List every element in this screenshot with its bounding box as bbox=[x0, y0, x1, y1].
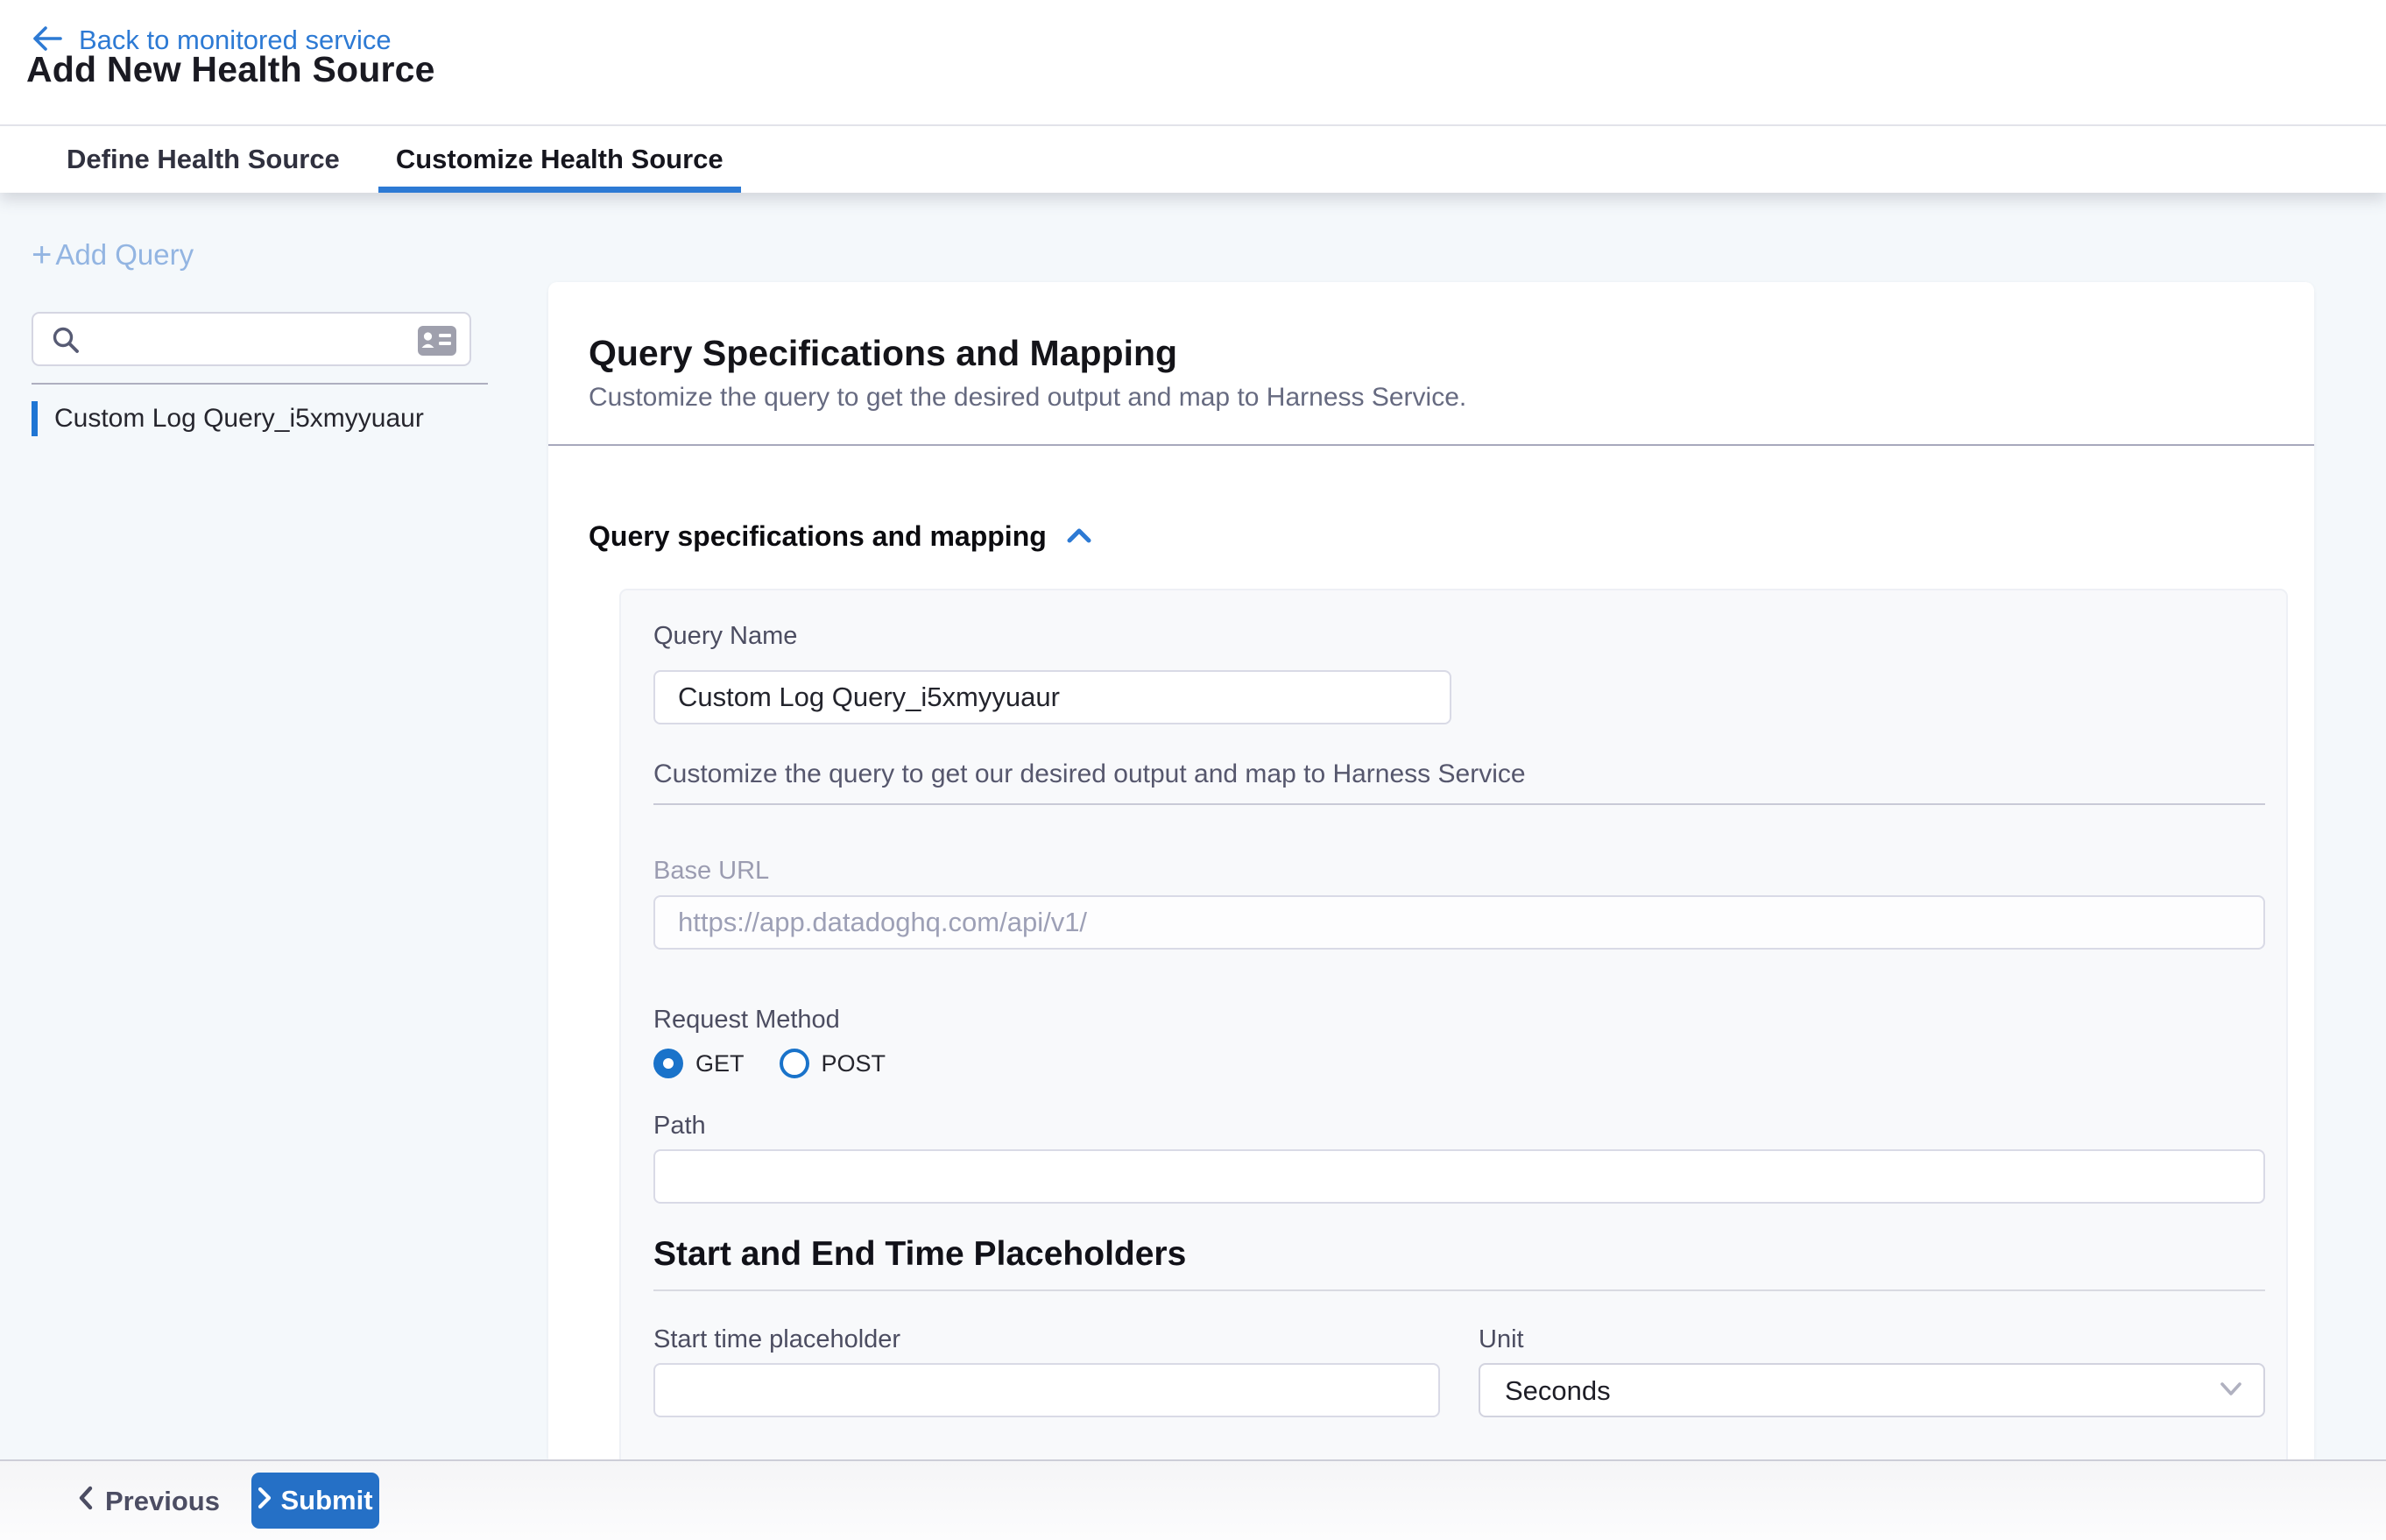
selected-indicator-bar bbox=[32, 401, 38, 436]
base-url-label: Base URL bbox=[653, 857, 769, 886]
chevron-up-icon[interactable] bbox=[1066, 526, 1092, 550]
previous-button[interactable]: Previous bbox=[77, 1473, 220, 1529]
request-method-radio-group: GET POST bbox=[653, 1047, 921, 1080]
plus-icon: + bbox=[32, 241, 52, 270]
query-item-label: Custom Log Query_i5xmyyuaur bbox=[54, 404, 424, 434]
search-input[interactable] bbox=[110, 317, 426, 361]
card-title: Query Specifications and Mapping bbox=[589, 333, 1177, 374]
path-label: Path bbox=[653, 1112, 706, 1141]
submit-button[interactable]: Submit bbox=[251, 1473, 379, 1529]
page-title: Add New Health Source bbox=[26, 49, 435, 90]
unit-label: Unit bbox=[1479, 1325, 1524, 1354]
tab-bar: Define Health Source Customize Health So… bbox=[0, 124, 2386, 193]
section-divider bbox=[653, 803, 2265, 805]
section-heading: Query specifications and mapping bbox=[589, 520, 1047, 553]
card-divider bbox=[548, 444, 2314, 446]
base-url-input[interactable] bbox=[653, 895, 2265, 950]
chevron-down-icon bbox=[2218, 1381, 2244, 1402]
query-name-input[interactable] bbox=[653, 670, 1451, 724]
radio-post[interactable] bbox=[780, 1049, 809, 1078]
submit-button-label: Submit bbox=[280, 1485, 372, 1516]
request-method-label: Request Method bbox=[653, 1006, 840, 1035]
query-search-box bbox=[32, 312, 471, 366]
query-list-item-selected[interactable]: Custom Log Query_i5xmyyuaur bbox=[32, 401, 487, 436]
add-health-source-page: Back to monitored service Add New Health… bbox=[0, 0, 2386, 1540]
footer-bar: Previous Submit bbox=[0, 1459, 2386, 1540]
query-spec-card: Query Specifications and Mapping Customi… bbox=[548, 282, 2314, 1459]
search-icon bbox=[51, 325, 82, 361]
sidebar-divider bbox=[32, 383, 488, 385]
page-header: Back to monitored service Add New Health… bbox=[0, 0, 2386, 124]
start-time-label: Start time placeholder bbox=[653, 1325, 900, 1354]
previous-button-label: Previous bbox=[105, 1486, 220, 1517]
query-name-label: Query Name bbox=[653, 622, 797, 651]
add-query-label: Add Query bbox=[55, 238, 194, 272]
query-mapping-panel: Query Name Customize the query to get ou… bbox=[619, 589, 2288, 1459]
radio-post-label[interactable]: POST bbox=[822, 1050, 886, 1077]
radio-get[interactable] bbox=[653, 1049, 683, 1078]
query-name-helper: Customize the query to get our desired o… bbox=[653, 759, 1526, 789]
path-input[interactable] bbox=[653, 1149, 2265, 1204]
radio-get-label[interactable]: GET bbox=[695, 1050, 745, 1077]
card-subtitle: Customize the query to get the desired o… bbox=[589, 383, 1466, 413]
placeholders-divider bbox=[653, 1289, 2265, 1291]
contact-card-icon[interactable] bbox=[417, 325, 457, 361]
start-time-input[interactable] bbox=[653, 1363, 1440, 1417]
placeholders-heading: Start and End Time Placeholders bbox=[653, 1235, 1186, 1274]
tab-customize-health-source[interactable]: Customize Health Source bbox=[378, 126, 741, 193]
chevron-right-icon bbox=[258, 1485, 272, 1516]
section-collapse-header[interactable]: Query specifications and mapping bbox=[589, 520, 1092, 553]
unit-select[interactable]: Seconds bbox=[1479, 1363, 2265, 1417]
chevron-left-icon bbox=[77, 1485, 95, 1518]
tab-define-health-source[interactable]: Define Health Source bbox=[49, 126, 357, 193]
add-query-button[interactable]: + Add Query bbox=[32, 238, 194, 272]
unit-select-value: Seconds bbox=[1505, 1375, 1611, 1407]
